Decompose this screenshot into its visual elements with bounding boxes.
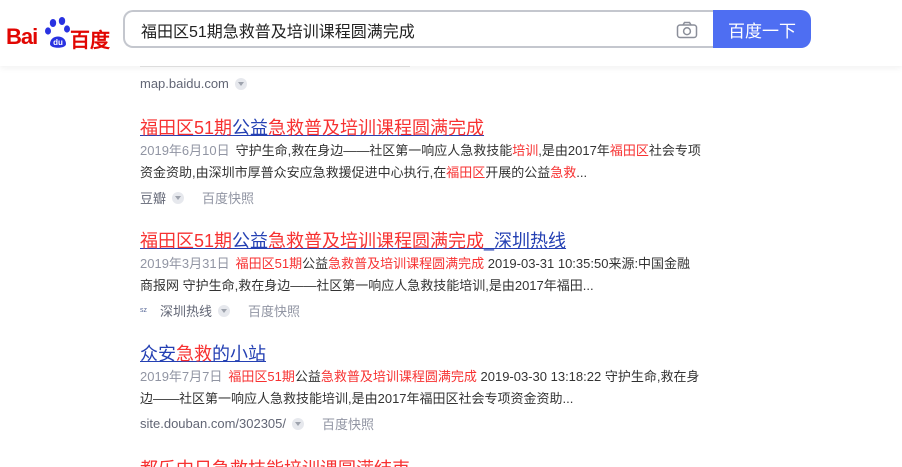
- result-source-line: 豆瓣 百度快照: [140, 188, 254, 207]
- camera-icon[interactable]: [676, 21, 698, 39]
- site-favicon-icon: sz: [140, 306, 147, 314]
- abstract-highlight: 福田区51期: [235, 256, 303, 271]
- abstract-text: ...: [576, 165, 588, 180]
- abstract-line: 2019年3月31日 福田区51期公益急救普及培训课程圆满完成 2019-03-3…: [140, 253, 710, 275]
- search-box: [123, 10, 713, 48]
- abstract-text: 开展的公益: [485, 165, 551, 180]
- result-abstract: 2019年3月31日 福田区51期公益急救普及培训课程圆满完成 2019-03-3…: [140, 253, 710, 297]
- abstract-highlight: 急救普及培训课程圆满完成: [320, 369, 477, 384]
- title-text: 公益: [232, 231, 269, 251]
- abstract-text: 2019-03-31 10:35:50来源:中国金融: [484, 256, 691, 271]
- result-title-link[interactable]: 福田区51期公益急救普及培训课程圆满完成_深圳热线: [140, 227, 566, 253]
- result-abstract: 2019年6月10日 守护生命,救在身边——社区第一响应人急救技能培训,是由201…: [140, 140, 710, 184]
- abstract-highlight: 急救: [550, 165, 577, 180]
- source-link[interactable]: 豆瓣: [140, 188, 166, 207]
- title-text: 公益: [232, 118, 269, 138]
- source-link[interactable]: map.baidu.com: [140, 76, 229, 91]
- result-title-link[interactable]: 众安急救的小站: [140, 340, 266, 366]
- title-highlight: 急救: [176, 344, 212, 364]
- abstract-line: 2019年6月10日 守护生命,救在身边——社区第一响应人急救技能培训,是由201…: [140, 140, 710, 162]
- source-link[interactable]: 深圳热线: [160, 301, 212, 320]
- baidu-logo[interactable]: Bai du 百度: [6, 12, 110, 52]
- abstract-text: 公益: [302, 256, 329, 271]
- search-input[interactable]: [139, 12, 663, 48]
- abstract-highlight: 培训: [512, 143, 539, 158]
- abstract-highlight: 福田区51期: [228, 369, 295, 384]
- abstract-text: 公益: [294, 369, 321, 384]
- title-text: _深圳热线: [484, 231, 567, 251]
- title-highlight: 福田区51期: [140, 118, 233, 138]
- result-date: 2019年7月7日: [140, 369, 223, 384]
- title-highlight: 福田区51期: [140, 231, 233, 251]
- snapshot-link[interactable]: 百度快照: [202, 188, 254, 207]
- abstract-line: 边——社区第一响应人急救技能培训,是由2017年福田区社会专项资金资助...: [140, 391, 574, 406]
- abstract-line: 2019年7月7日 福田区51期公益急救普及培训课程圆满完成 2019-03-30…: [140, 366, 710, 388]
- chevron-down-icon[interactable]: [234, 77, 247, 90]
- title-text: 的小站: [212, 344, 266, 364]
- result-source-line: sz 深圳热线 百度快照: [140, 301, 300, 320]
- abstract-highlight: 福田区: [446, 165, 486, 180]
- result-title-link[interactable]: 福田区51期公益急救普及培训课程圆满完成: [140, 114, 484, 140]
- abstract-line: 资金资助,由深圳市厚普众安应急救援促进中心执行,在福田区开展的公益急救...: [140, 162, 710, 184]
- logo-text-cn: 百度: [70, 30, 110, 52]
- result-source-line: site.douban.com/302305/ 百度快照: [140, 414, 374, 433]
- result-date: 2019年3月31日: [140, 256, 230, 271]
- search-button[interactable]: 百度一下: [713, 10, 811, 48]
- logo-text-bai: Bai: [6, 24, 38, 49]
- abstract-text: 资金资助,由深圳市厚普众安应急救援促进中心执行,在: [140, 165, 447, 180]
- chevron-down-icon[interactable]: [292, 417, 304, 430]
- result-source-line: map.baidu.com: [140, 76, 247, 91]
- title-text: 众安: [140, 344, 176, 364]
- result-date: 2019年6月10日: [140, 143, 230, 158]
- abstract-highlight: 福田区: [609, 143, 649, 158]
- abstract-text: 守护生命,救在身边——社区第一响应人急救技能: [235, 143, 513, 158]
- source-link[interactable]: site.douban.com/302305/: [140, 416, 286, 431]
- chevron-down-icon[interactable]: [172, 191, 185, 204]
- header: Bai du 百度 百度一下: [0, 0, 902, 66]
- snapshot-link[interactable]: 百度快照: [322, 414, 374, 433]
- title-highlight: 急救普及培训课程圆满完成: [268, 118, 485, 138]
- abstract-highlight: 急救普及培训课程圆满完成: [328, 256, 485, 271]
- chevron-down-icon[interactable]: [218, 304, 231, 317]
- svg-text:du: du: [53, 38, 63, 47]
- next-result-title[interactable]: 都乐中日急救技能培训课圆满结束: [140, 455, 410, 467]
- abstract-line: 商报网 守护生命,救在身边——社区第一响应人急救技能培训,是由2017年福田..…: [140, 278, 594, 293]
- abstract-text: ,是由2017年: [538, 143, 610, 158]
- abstract-text: 2019-03-30 13:18:22 守护生命,救在身: [476, 369, 700, 384]
- title-highlight: 急救普及培训课程圆满完成: [268, 231, 485, 251]
- abstract-text: 社会专项: [648, 143, 701, 158]
- result-abstract: 2019年7月7日 福田区51期公益急救普及培训课程圆满完成 2019-03-30…: [140, 366, 710, 410]
- snapshot-link[interactable]: 百度快照: [248, 301, 300, 320]
